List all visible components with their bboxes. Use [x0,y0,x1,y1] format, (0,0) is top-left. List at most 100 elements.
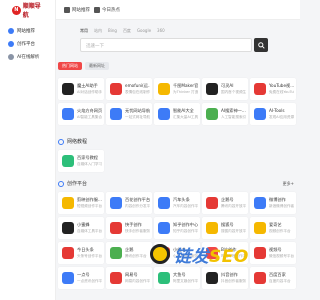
site-card-desc: 汇集大量AI工具... [173,115,198,119]
site-card[interactable]: 小蜜蜂 自媒体工具平台 [58,217,104,239]
site-card-desc: 阿里文娱创作平台 [173,279,198,283]
site-card-title: 爱奇艺 [269,222,282,227]
top-link-recommend[interactable]: 网站推荐 [64,7,90,13]
site-card[interactable]: 企鹅号腾讯内容开放平台 [202,192,248,214]
site-card-desc: 腾讯创作平台 [125,254,147,258]
site-card-title: 火焰方舟网页 [77,108,102,113]
site-card-title: 网易号 [125,272,138,277]
site-card[interactable]: 汽车头条汽车内容创作平台 [154,192,200,214]
sidebar-item-recommend[interactable]: 网站推荐 [4,26,52,35]
site-logo-icon [158,83,170,95]
site-card[interactable]: 大鱼号阿里文娱创作平台 [154,267,200,289]
site-card[interactable]: 百度百家 百度内容平台 [250,267,296,289]
site-card-desc: 为Thinker 打造... [173,90,198,94]
site-card-title: 汽车头条 [173,197,190,202]
site-card[interactable]: 一点号一点资讯创作平台 [58,267,104,289]
site-card-desc: 一点资讯创作平台 [77,279,102,283]
site-card[interactable]: 可灵AI 国内首个视频生... [202,78,248,100]
sidebar-item-ai[interactable]: AI在线解析 [4,52,52,61]
watermark-text: 链发SEO [174,242,249,267]
site-card[interactable]: 千图Maker官... 为Thinker 打造... [154,78,200,100]
site-card[interactable]: 网易号网易内容创作平台 [106,267,152,289]
site-logo-icon [206,108,218,120]
site-card[interactable]: 无忧网站导航 一站式网址导航 [106,103,152,125]
site-logo-icon [110,108,122,120]
site-logo-icon [110,222,122,234]
site-card-title: 百家号教程 [77,155,98,160]
search-tab[interactable]: 站内 [94,28,102,35]
tab-latest[interactable]: 最新网址 [85,62,109,70]
site-card-title: emofuni(运... [125,83,150,88]
site-card-title: YouTube视... [269,83,294,88]
site-card-desc: 表情包在线制作 [125,90,150,94]
site-card[interactable]: emofuni(运... 表情包在线制作 [106,78,152,100]
site-card-title: AI搜索神一... [221,108,246,113]
site-card[interactable]: 搜狐号搜狐内容开放平台 [202,217,248,239]
site-card[interactable]: 抖音创作抖音创作者服务... [202,267,248,289]
site-card-desc: 头条号创作平台 [77,254,102,258]
site-card-desc: 发现AI应用资源... [269,115,294,119]
site-card-title: 今日头条 [77,247,94,252]
site-card-desc: 人工智能搜索引擎 [221,115,246,119]
site-logo-icon [110,83,122,95]
site-card[interactable]: 企鹅 腾讯创作平台 [106,242,152,264]
site-card-title: 魔土AI助手 [77,83,98,88]
content-tabs: 热门网站 最新网址 [58,62,109,70]
site-card[interactable]: 智能AI大全汇集大量AI工具... [154,103,200,125]
search-icon [257,41,265,49]
logo-text: 顺顺导航 [22,3,41,19]
search-button[interactable] [254,38,268,52]
search-tab[interactable]: 360 [157,28,165,35]
site-card[interactable]: 微博创作新浪微博创作者... [250,192,296,214]
site-card-title: 快手创作 [125,222,142,227]
site-card-title: 百度百家 [269,272,286,277]
site-logo[interactable]: N 顺顺导航 [12,3,46,19]
site-card[interactable]: 火焰方舟网页 AI智能工具集合 [58,103,104,125]
section-title-text: 网络教程 [67,139,88,145]
top-link-hot[interactable]: 今日热点 [94,7,120,13]
site-card[interactable]: 魔土AI助手 AI对话创作助手 [58,78,104,100]
site-card[interactable]: AI-Tools 发现AI应用资源... [250,103,296,125]
site-card-desc: 汽车内容创作平台 [173,204,198,208]
site-card-desc: 腾讯内容开放平台 [221,204,246,208]
site-logo-icon [254,197,266,209]
site-card[interactable]: 爱奇艺 视频创作平台 [250,217,296,239]
site-card[interactable]: 今日头条头条号创作平台 [58,242,104,264]
search-input[interactable]: 迅速一下 [80,38,252,52]
site-card-desc: AI对话创作助手 [77,90,102,94]
more-link[interactable]: 更多+ [283,181,294,187]
sidebar-item-label: 网站推荐 [17,28,35,34]
site-logo-icon [206,197,218,209]
section-title-tutorial: 网络教程 [58,138,87,145]
search-tab[interactable]: Google [137,28,151,35]
site-card[interactable]: YouTube视... 免费在线YouTube... [250,78,296,100]
site-logo-icon [206,83,218,95]
fire-icon [94,7,100,13]
site-card-title: 大鱼号 [173,272,186,277]
site-logo-icon [206,272,218,284]
search-tab[interactable]: Bing [108,28,117,35]
search-tab[interactable]: 百度 [123,28,131,35]
tab-hot[interactable]: 热门网站 [58,62,82,70]
search-tab[interactable]: 常用 [80,28,88,35]
site-card[interactable]: 百家号教程 自媒体入门学习 [58,150,104,172]
site-logo-icon [62,272,74,284]
site-card[interactable]: 百花创作平台内容创作分发平台 [106,192,152,214]
site-card-desc: 抖音创作者服务... [221,279,246,283]
site-card-title: 微博创作 [269,197,286,202]
site-card-desc: 国内首个视频生... [221,90,246,94]
sidebar-item-create[interactable]: 创作平台 [4,39,52,48]
site-card[interactable]: 剪映创作服... 短视频创作平台 [58,192,104,214]
edit-icon [8,40,14,47]
site-logo-icon [158,197,170,209]
sidebar: N 顺顺导航 网站推荐 创作平台 AI在线解析 [0,0,56,300]
site-card[interactable]: 快手创作快手创作者服务... [106,217,152,239]
search-engine-tabs: 常用 站内 Bing 百度 Google 360 [80,28,270,35]
site-card-title: 智能AI大全 [173,108,194,113]
site-card-desc: 自媒体工具平台 [77,229,102,233]
site-card[interactable]: 知乎创作中心知乎内容创作平台 [154,217,200,239]
site-card[interactable]: AI搜索神一... 人工智能搜索引擎 [202,103,248,125]
site-logo-icon [206,222,218,234]
site-logo-icon [62,83,74,95]
watermark-text-a: 链发 [174,246,209,267]
